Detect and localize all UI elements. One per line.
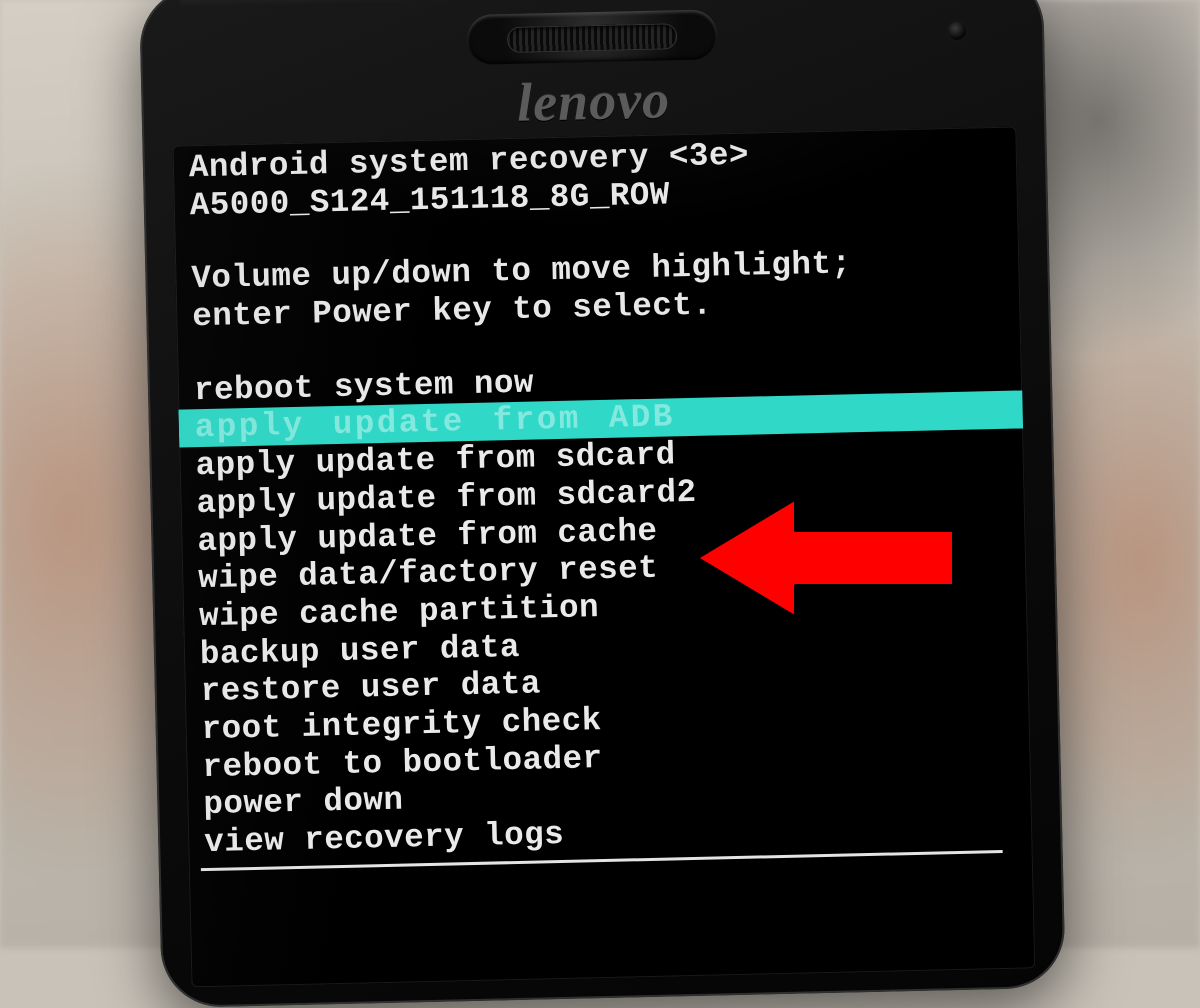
earpiece-speaker: [467, 9, 718, 65]
phone-body: lenovo Android system recovery <3e> A500…: [139, 0, 1066, 1008]
recovery-menu[interactable]: reboot system now apply update from ADB …: [178, 353, 1033, 862]
phone-screen: Android system recovery <3e> A5000_S124_…: [172, 126, 1035, 987]
android-recovery: Android system recovery <3e> A5000_S124_…: [172, 126, 1032, 871]
notification-led: [948, 22, 966, 40]
